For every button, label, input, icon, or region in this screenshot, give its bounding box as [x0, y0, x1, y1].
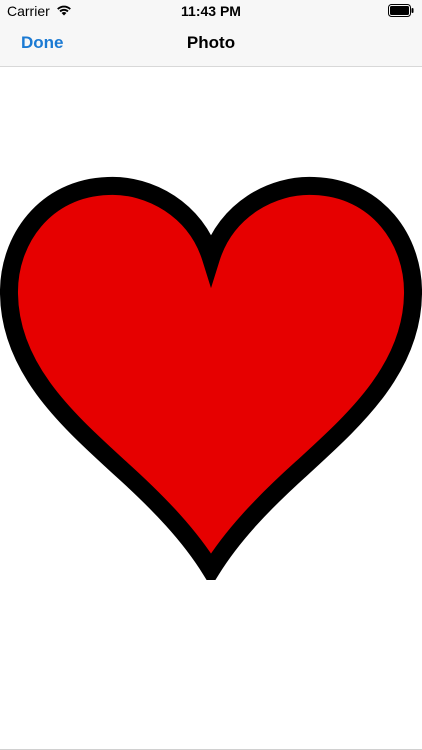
status-bar: Carrier 11:43 PM — [0, 0, 422, 22]
navigation-bar: Done Photo — [0, 22, 422, 67]
status-time: 11:43 PM — [181, 3, 241, 19]
page-title: Photo — [186, 33, 236, 52]
photo-screen: Carrier 11:43 PM Done Photo — [0, 0, 422, 750]
battery-icon — [388, 4, 414, 20]
photo-view — [0, 67, 422, 749]
heart-image — [0, 176, 422, 580]
